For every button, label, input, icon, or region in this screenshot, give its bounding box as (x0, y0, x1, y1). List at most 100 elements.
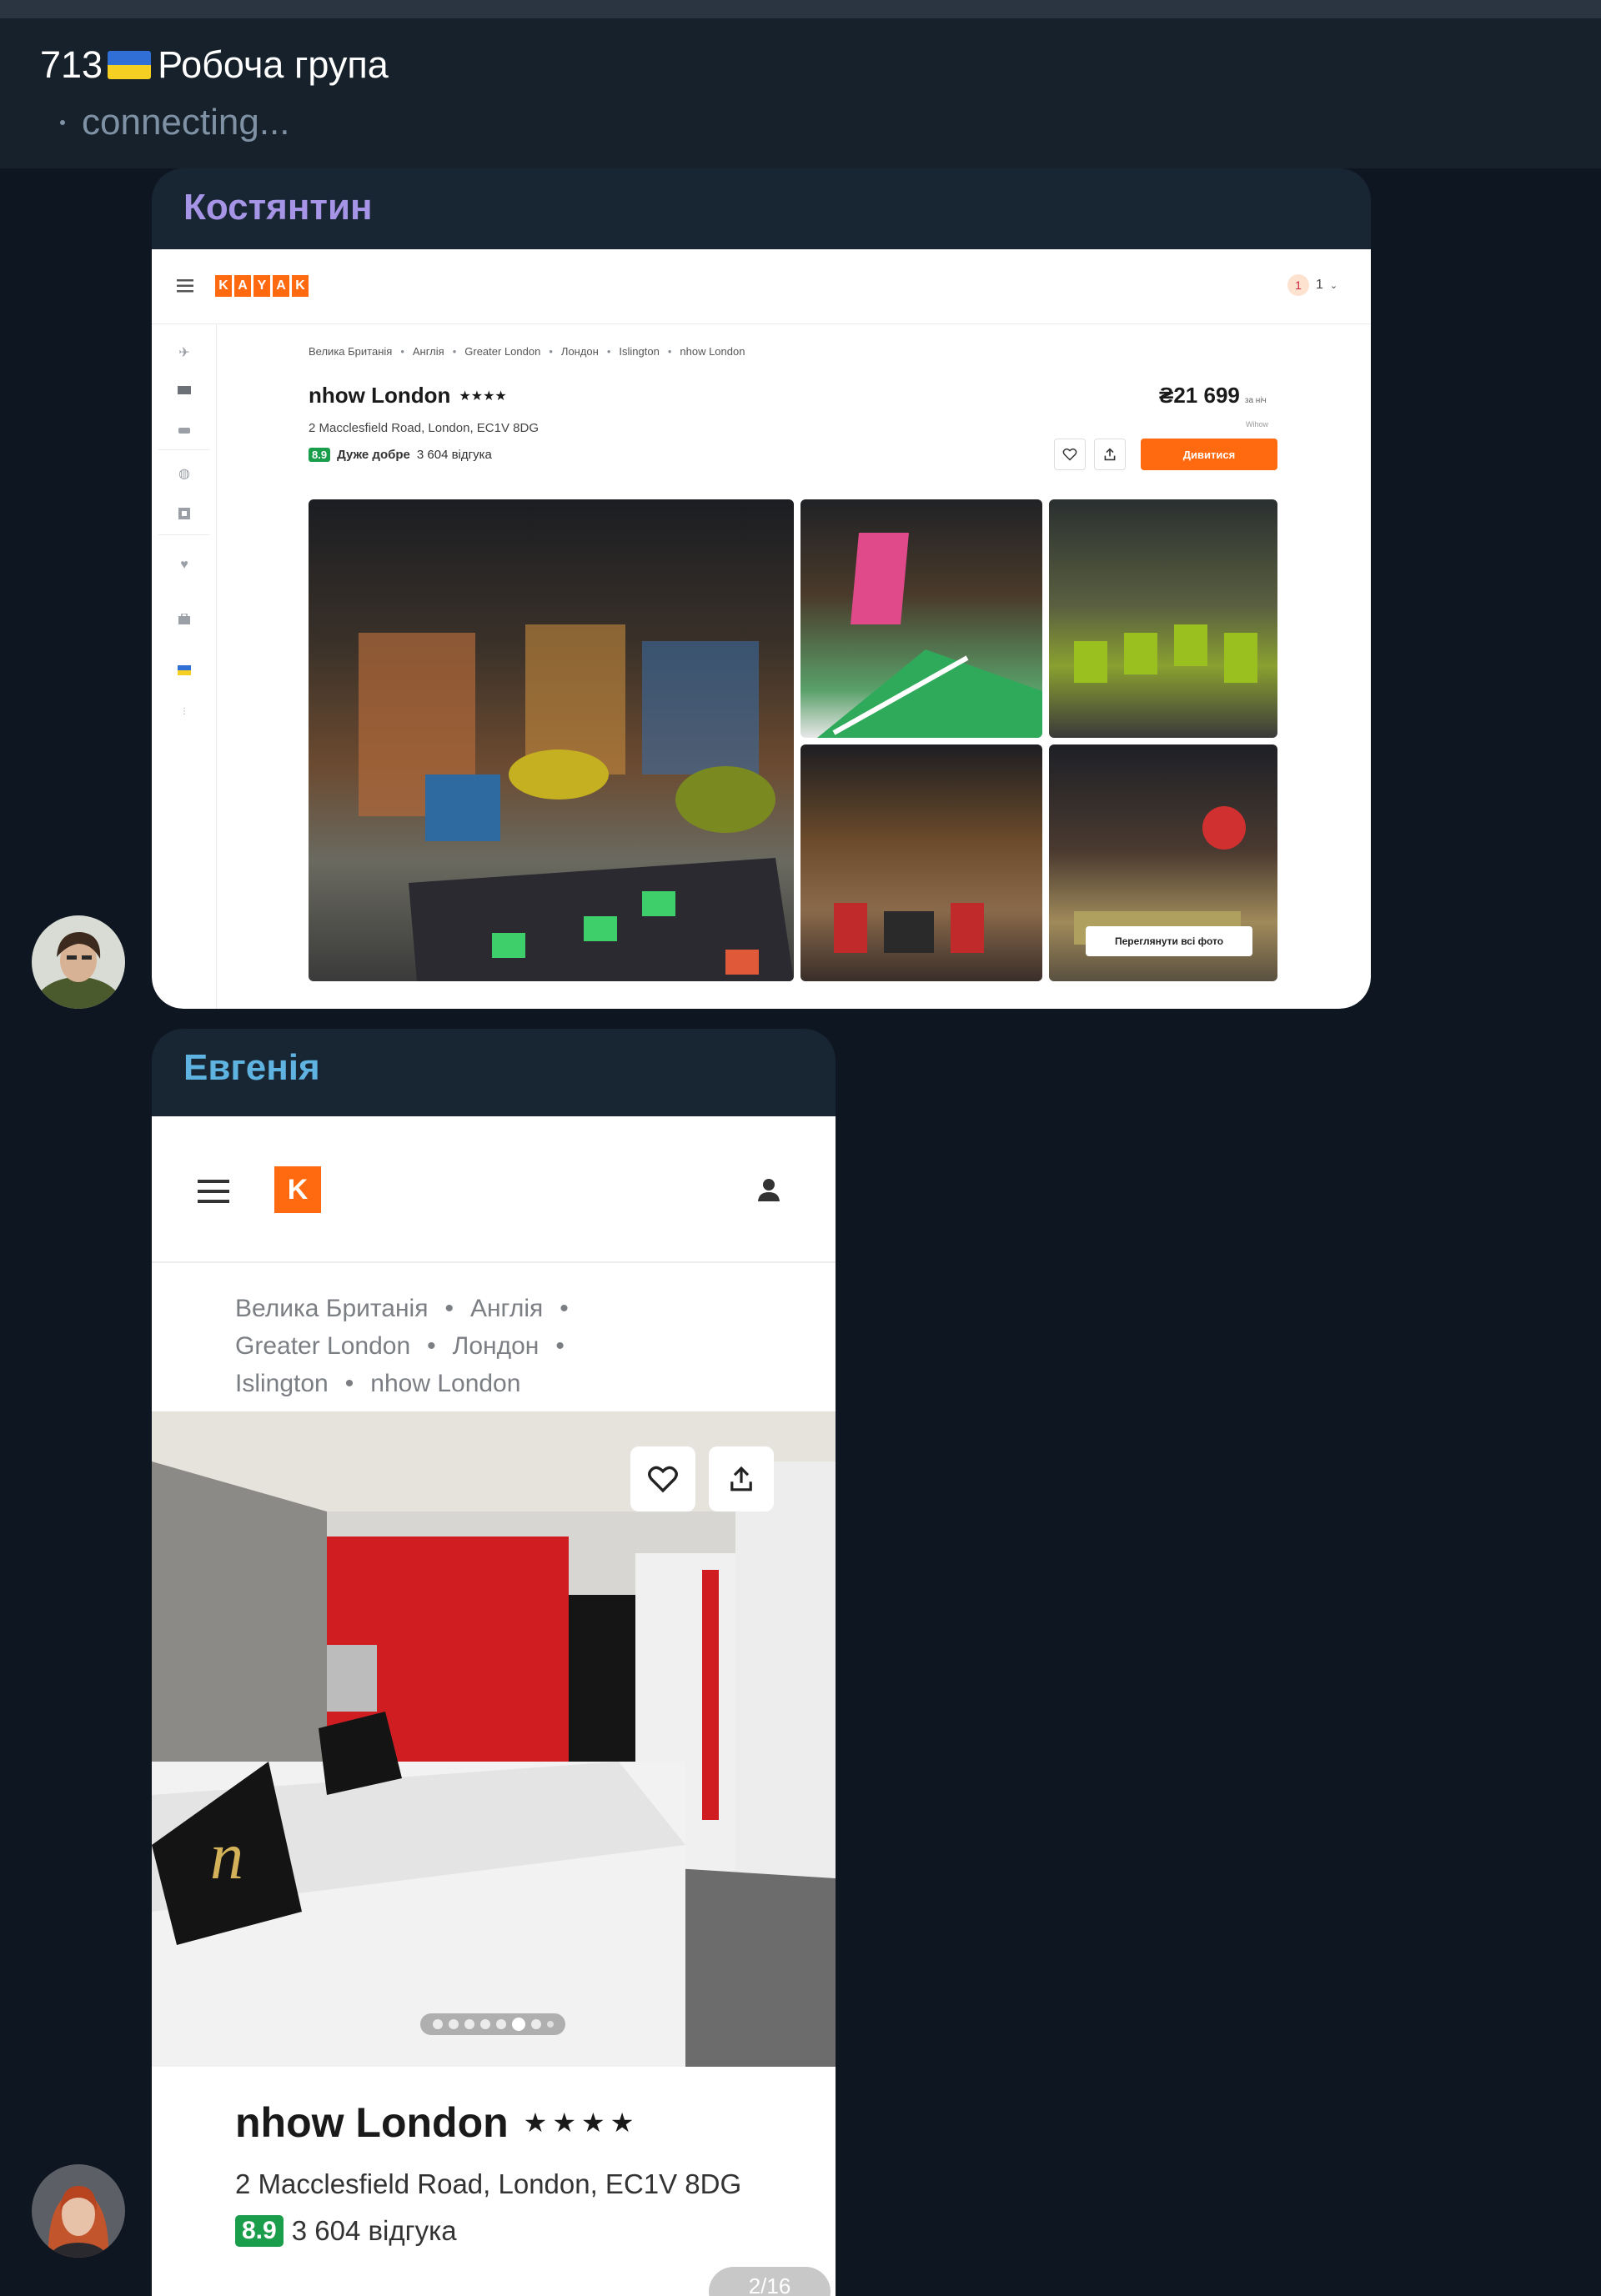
breadcrumb-item[interactable]: Лондон (453, 1327, 540, 1365)
breadcrumb: Велика Британія • Англія • Greater London •… (309, 345, 745, 358)
share-icon (730, 1466, 752, 1491)
star-rating: ★★★★ (523, 2108, 640, 2138)
breadcrumb-line: Велика Британія • Англія • (235, 1290, 569, 1327)
kayak-top-bar: K A Y A K 1 1 ⌄ (152, 249, 1371, 324)
sidebar-divider (158, 534, 210, 535)
save-button[interactable] (630, 1446, 695, 1511)
chat-title: 713 Робоча група (40, 43, 389, 87)
carousel-dot[interactable] (464, 2019, 474, 2029)
hotels-icon[interactable] (175, 383, 193, 398)
hotel-address: 2 Macclesfield Road, London, EC1V 8DG (309, 421, 539, 435)
carousel-dot[interactable] (495, 2019, 506, 2029)
breadcrumb-item[interactable]: Лондон (561, 345, 599, 358)
more-icon[interactable]: ⋮ (175, 704, 193, 719)
rating-row: 8.9 Дуже добре 3 604 відгука (309, 448, 492, 462)
message-bubble[interactable]: Евгенія K Велика Британія • Англія • Gre… (152, 1029, 836, 2296)
save-button[interactable] (1054, 439, 1086, 470)
hotel-photo-conference[interactable] (1049, 499, 1277, 738)
sender-name[interactable]: Костянтин (183, 187, 373, 228)
review-count[interactable]: 3 604 відгука (417, 448, 492, 462)
message-bubble[interactable]: Костянтин K A Y A K 1 1 ⌄ ✈ ◍ ♥ ⋮ Велика… (152, 168, 1371, 1009)
hotel-photo-room[interactable]: n (152, 1411, 836, 2067)
carousel-dot[interactable] (530, 2019, 541, 2029)
breadcrumb-item[interactable]: Greater London (464, 345, 540, 358)
price-value: ₴21 699 (1159, 383, 1240, 408)
breadcrumb-item[interactable]: nhow London (370, 1365, 520, 1402)
hotel-photo-lobby[interactable] (309, 499, 794, 981)
share-button[interactable] (709, 1446, 774, 1511)
rating-badge: 8.9 (235, 2215, 284, 2247)
chat-header[interactable]: 713 Робоча група connecting... (0, 18, 1601, 168)
breadcrumb-item[interactable]: nhow London (680, 345, 745, 358)
heart-icon (1062, 448, 1077, 461)
ukraine-flag-icon (108, 51, 152, 79)
carousel-dot-active[interactable] (511, 2018, 525, 2031)
hotel-photo-library[interactable] (800, 744, 1042, 981)
business-icon[interactable] (175, 612, 193, 627)
review-count[interactable]: 3 604 відгука (292, 2215, 457, 2247)
hamburger-menu-icon[interactable] (198, 1180, 229, 1207)
price-unit: за ніч (1244, 396, 1267, 405)
share-button[interactable] (1094, 439, 1126, 470)
explore-icon[interactable]: ◍ (175, 466, 193, 481)
hotel-name: nhow London (309, 383, 451, 408)
chat-title-name: Робоча група (158, 43, 389, 86)
kayak-desktop-screenshot[interactable]: K A Y A K 1 1 ⌄ ✈ ◍ ♥ ⋮ Велика Британія … (152, 249, 1371, 1009)
breadcrumb-item[interactable]: Велика Британія (309, 345, 392, 358)
view-all-photos-button[interactable]: Переглянути всі фото (1086, 926, 1252, 956)
kayak-logo-letter: K (287, 1173, 309, 1206)
carousel-dot[interactable] (432, 2019, 443, 2029)
hotel-title: nhow London ★★★★ (235, 2098, 639, 2147)
logo-letter: K (215, 275, 232, 297)
view-deal-button[interactable]: Дивитися (1141, 439, 1277, 470)
carousel-dot[interactable] (448, 2019, 459, 2029)
ukraine-flag-icon[interactable] (175, 663, 193, 678)
kayak-logo[interactable]: K (274, 1166, 321, 1213)
logo-letter: A (234, 275, 251, 297)
kayak-logo[interactable]: K A Y A K (215, 275, 309, 297)
window-top-strip (0, 0, 1601, 18)
logo-letter: A (273, 275, 289, 297)
avatar[interactable] (32, 915, 125, 1009)
connection-status-text: connecting... (82, 102, 290, 143)
connection-status: connecting... (60, 102, 290, 143)
chat-title-number: 713 (40, 43, 103, 86)
photo-counter-text: 2/16 (748, 2273, 791, 2296)
breadcrumb-item[interactable]: Англія (413, 345, 444, 358)
breadcrumb-item[interactable]: Англія (470, 1290, 543, 1327)
breadcrumb-item[interactable]: Islington (619, 345, 659, 358)
trips-icon[interactable] (175, 506, 193, 521)
logo-letter: Y (253, 275, 270, 297)
carousel-dot[interactable] (546, 2021, 554, 2028)
logo-letter: K (292, 275, 309, 297)
sender-name[interactable]: Евгенія (183, 1047, 320, 1089)
heart-icon (648, 1466, 678, 1493)
kayak-mobile-top-bar: K (152, 1116, 836, 1263)
svg-text:n: n (210, 1820, 243, 1893)
breadcrumb-item[interactable]: Islington (235, 1365, 329, 1402)
cars-icon[interactable] (175, 423, 193, 438)
breadcrumb-item[interactable]: Greater London (235, 1327, 410, 1365)
price: ₴21 699 за ніч (1159, 383, 1267, 409)
carousel-dot[interactable] (479, 2019, 490, 2029)
carousel-dots[interactable] (420, 2013, 565, 2035)
user-menu[interactable]: 1 1 ⌄ (1287, 274, 1338, 296)
hotel-photo-bar[interactable] (800, 499, 1042, 738)
hotel-photo-lounge[interactable]: Переглянути всі фото (1049, 744, 1277, 981)
hotel-title: nhow London ★★★★ (309, 383, 507, 409)
breadcrumb-line: Greater London • Лондон • (235, 1327, 569, 1365)
currency-badge: 1 (1287, 274, 1309, 296)
heart-icon[interactable]: ♥ (175, 558, 193, 573)
kayak-mobile-screenshot[interactable]: K Велика Британія • Англія • Greater Londo… (152, 1116, 836, 2296)
sidebar-divider (158, 449, 210, 450)
avatar[interactable] (32, 2164, 125, 2258)
kayak-sidebar: ✈ ◍ ♥ ⋮ (152, 324, 217, 1009)
hotel-name: nhow London (235, 2099, 509, 2146)
breadcrumb-item[interactable]: Велика Британія (235, 1290, 428, 1327)
flights-icon[interactable]: ✈ (175, 345, 193, 360)
user-icon[interactable] (755, 1176, 782, 1207)
hamburger-menu-icon[interactable] (177, 279, 193, 293)
share-icon (1104, 448, 1116, 461)
message-list[interactable]: Костянтин K A Y A K 1 1 ⌄ ✈ ◍ ♥ ⋮ Велика… (0, 168, 1601, 2296)
rooms-selector: 1 (1316, 278, 1323, 292)
